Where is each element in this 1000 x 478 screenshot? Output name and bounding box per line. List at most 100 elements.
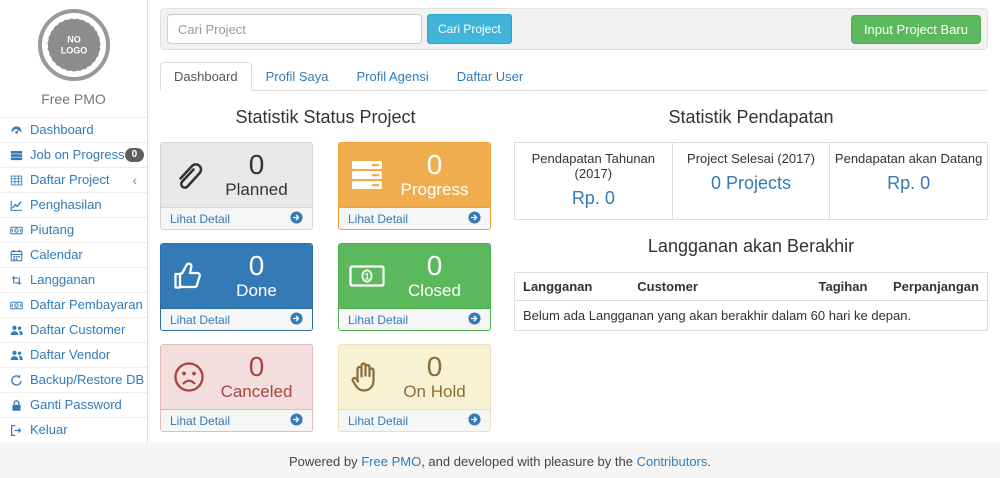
sidebar-item-label: Dashboard: [30, 122, 94, 138]
detail-link-label: Lihat Detail: [348, 414, 408, 428]
status-card-text: 0Closed: [389, 251, 480, 301]
income-stat-label: Pendapatan Tahunan (2017): [519, 151, 668, 181]
detail-link-label: Lihat Detail: [170, 414, 230, 428]
lock-icon: [10, 398, 25, 412]
detail-link-label: Lihat Detail: [348, 212, 408, 226]
tab-bar: DashboardProfil SayaProfil AgensiDaftar …: [160, 62, 988, 91]
new-project-button[interactable]: Input Project Baru: [851, 15, 981, 44]
status-label: Closed: [389, 281, 480, 301]
users-icon: [10, 348, 25, 362]
status-label: Canceled: [211, 382, 302, 402]
status-card-canceled: 0Canceled Lihat Detail: [160, 344, 313, 432]
free-pmo-link[interactable]: Free PMO: [361, 454, 421, 469]
count-badge: 0: [125, 148, 145, 162]
status-count: 0: [211, 251, 302, 280]
sidebar-item-label: Keluar: [30, 422, 68, 438]
sidebar-item-label: Daftar Vendor: [30, 347, 110, 363]
detail-link-on-hold[interactable]: Lihat Detail: [339, 409, 490, 431]
page-footer: Powered by Free PMO, and developed with …: [0, 443, 1000, 478]
sidebar-item-ganti-password[interactable]: Ganti Password: [0, 392, 147, 417]
arrow-circle-right-icon: [290, 312, 303, 328]
sidebar-item-label: Ganti Password: [30, 397, 122, 413]
detail-link-label: Lihat Detail: [348, 313, 408, 327]
tab-dashboard[interactable]: Dashboard: [160, 62, 252, 91]
calendar-icon: [10, 248, 25, 262]
sidebar-item-daftar-project[interactable]: Daftar Project ‹: [0, 167, 147, 192]
sidebar-item-daftar-vendor[interactable]: Daftar Vendor: [0, 342, 147, 367]
refresh-icon: [10, 373, 25, 387]
sidebar-item-label: Job on Progress: [30, 147, 125, 163]
free-pmo-app: NO LOGO Free PMO DashboardJob on Progres…: [0, 0, 1000, 478]
status-card-text: 0Planned: [211, 150, 302, 200]
search-button[interactable]: Cari Project: [427, 14, 512, 44]
arrow-circle-right-icon: [468, 211, 481, 227]
search-input[interactable]: [167, 14, 422, 44]
status-section: Statistik Status Project 0PlannedLihat D…: [160, 99, 491, 432]
detail-link-done[interactable]: Lihat Detail: [161, 308, 312, 330]
chevron-left-icon: ‹: [132, 173, 137, 187]
status-card-closed: 10Closed Lihat Detail: [338, 243, 491, 331]
status-cards: 0PlannedLihat Detail0ProgressLihat Detai…: [160, 142, 491, 432]
line-chart-icon: [10, 198, 25, 212]
status-card-body: 0On Hold: [339, 345, 490, 409]
sidebar-item-calendar[interactable]: Calendar: [0, 242, 147, 267]
status-section-title: Statistik Status Project: [160, 107, 491, 128]
income-stat-value: Rp. 0: [519, 188, 668, 209]
column-header-tagihan: Tagihan: [811, 273, 886, 301]
status-card-text: 0On Hold: [389, 352, 480, 402]
sidebar-item-penghasilan[interactable]: Penghasilan: [0, 192, 147, 217]
income-stat-cell: Pendapatan Tahunan (2017) Rp. 0: [515, 143, 673, 220]
status-label: Planned: [211, 180, 302, 200]
sidebar-item-keluar[interactable]: Keluar: [0, 417, 147, 442]
sidebar-item-dashboard[interactable]: Dashboard: [0, 117, 147, 142]
status-count: 0: [211, 352, 302, 381]
status-count: 0: [389, 150, 480, 179]
server-icon: [349, 157, 389, 193]
thumbs-up-icon: [171, 258, 211, 294]
table-icon: [10, 173, 25, 187]
main-content: Cari Project Input Project Baru Dashboar…: [148, 0, 1000, 443]
footer-text: Powered by: [289, 454, 361, 469]
table-row: Belum ada Langganan yang akan berakhir d…: [515, 301, 988, 331]
money-icon: [10, 298, 25, 312]
income-stat-cell: Project Selesai (2017)0 Projects: [672, 143, 830, 220]
status-card-body: 0Done: [161, 244, 312, 308]
dashboard-icon: [10, 123, 25, 137]
income-section-title: Statistik Pendapatan: [514, 107, 988, 128]
sidebar-item-daftar-pembayaran[interactable]: Daftar Pembayaran: [0, 292, 147, 317]
tab-profil-agensi[interactable]: Profil Agensi: [342, 62, 442, 91]
detail-link-canceled[interactable]: Lihat Detail: [161, 409, 312, 431]
tasks-icon: [10, 148, 25, 162]
sidebar-item-langganan[interactable]: Langganan: [0, 267, 147, 292]
tab-profil-saya[interactable]: Profil Saya: [252, 62, 343, 91]
page: NO LOGO Free PMO DashboardJob on Progres…: [0, 0, 1000, 443]
status-card-planned: 0Planned Lihat Detail: [160, 142, 313, 230]
income-stat-value: Rp. 0: [834, 173, 983, 194]
empty-message: Belum ada Langganan yang akan berakhir d…: [515, 301, 988, 331]
arrow-circle-right-icon: [468, 312, 481, 328]
detail-link-planned[interactable]: Lihat Detail: [161, 207, 312, 229]
sidebar-item-job-on-progress[interactable]: Job on Progress0: [0, 142, 147, 167]
arrow-circle-right-icon: [468, 413, 481, 429]
status-card-text: 0Done: [211, 251, 302, 301]
status-card-text: 0Canceled: [211, 352, 302, 402]
sidebar-item-label: Daftar Project: [30, 172, 109, 188]
sidebar-item-piutang[interactable]: Piutang: [0, 217, 147, 242]
status-card-body: 10Closed: [339, 244, 490, 308]
footer-text: .: [707, 454, 711, 469]
status-count: 0: [389, 352, 480, 381]
sidebar-item-label: Calendar: [30, 247, 83, 263]
brand-name: Free PMO: [0, 91, 147, 107]
sidebar-item-label: Piutang: [30, 222, 74, 238]
status-label: On Hold: [389, 382, 480, 402]
hand-paper-icon: [349, 359, 389, 395]
detail-link-label: Lihat Detail: [170, 212, 230, 226]
contributors-link[interactable]: Contributors: [637, 454, 708, 469]
top-search-bar: Cari Project Input Project Baru: [160, 8, 988, 50]
sidebar-item-daftar-customer[interactable]: Daftar Customer: [0, 317, 147, 342]
users-icon: [10, 323, 25, 337]
detail-link-closed[interactable]: Lihat Detail: [339, 308, 490, 330]
detail-link-progress[interactable]: Lihat Detail: [339, 207, 490, 229]
tab-daftar-user[interactable]: Daftar User: [443, 62, 537, 91]
sidebar-item-backup-restore-db[interactable]: Backup/Restore DB: [0, 367, 147, 392]
